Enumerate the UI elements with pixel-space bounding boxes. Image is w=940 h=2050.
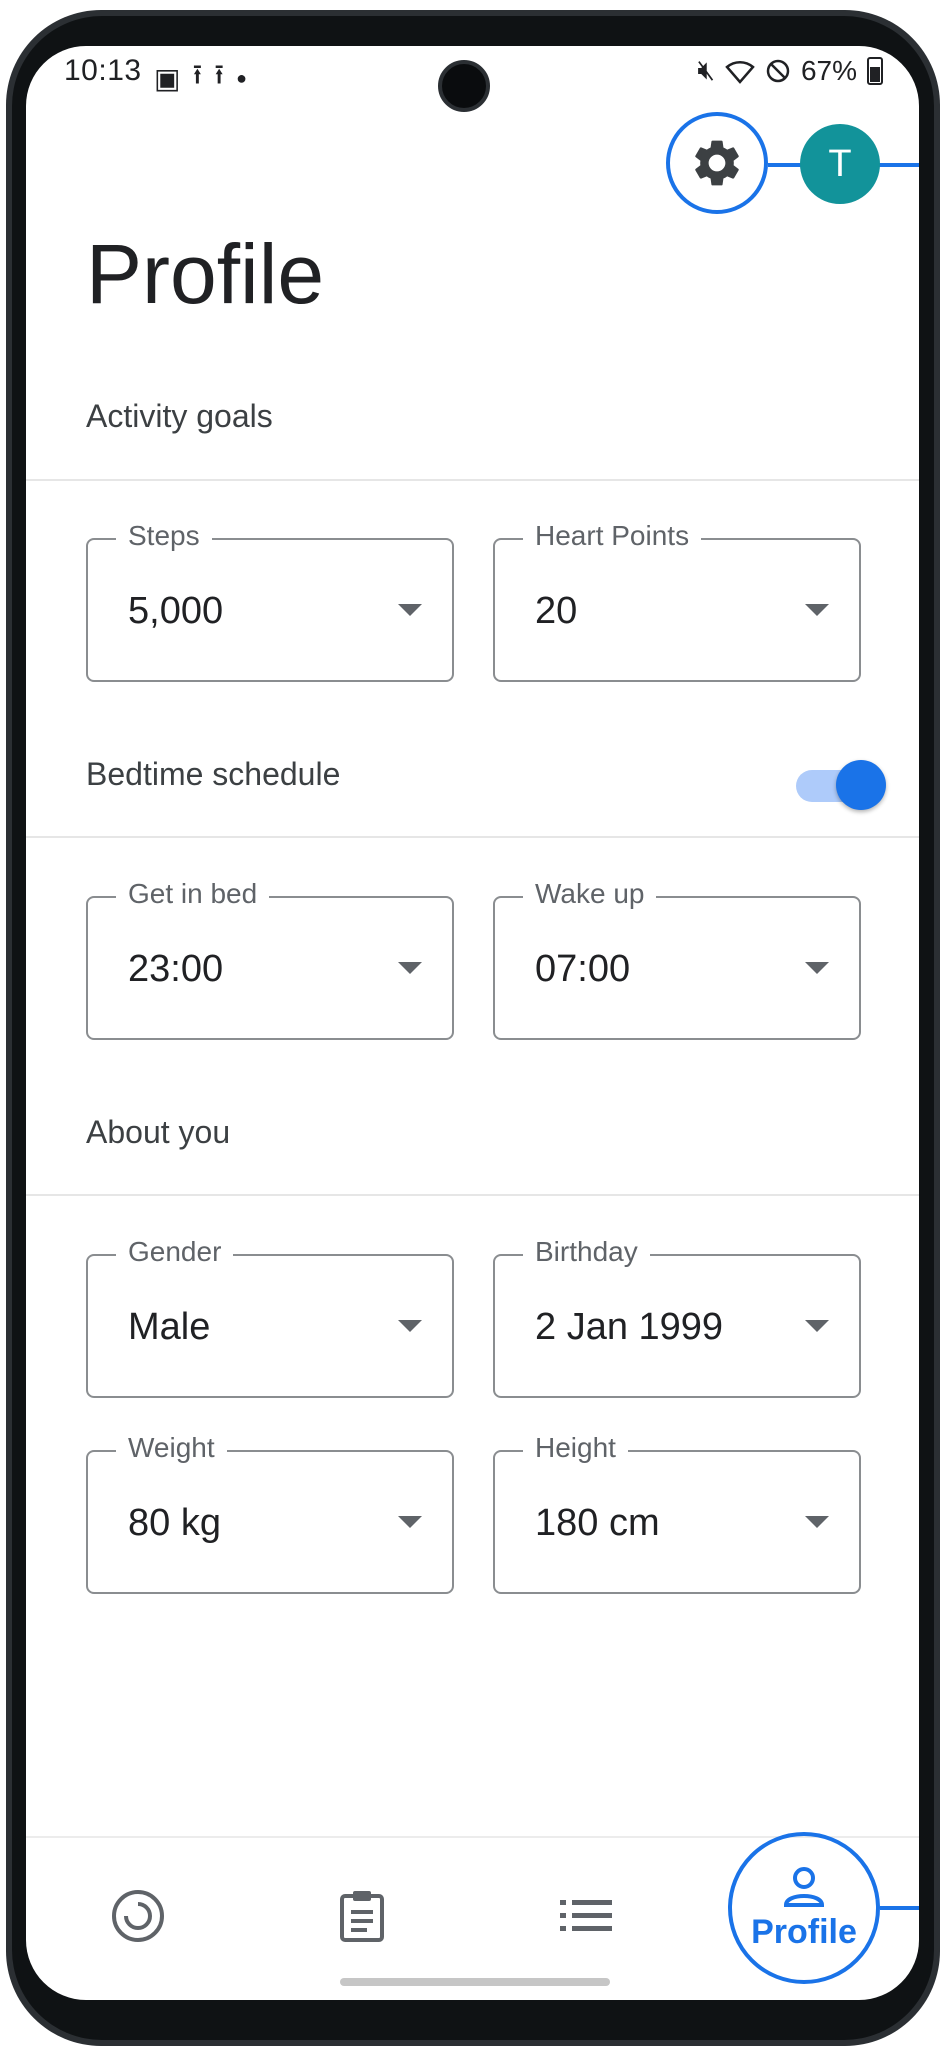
callout-line (880, 1906, 919, 1910)
dropdown-arrow-icon (398, 604, 422, 616)
weight-dropdown[interactable]: Weight 80 kg (86, 1432, 454, 1594)
gender-value: Male (128, 1306, 211, 1348)
status-bar: 10:13 ▣ ⭱ ⭱ ● 🔇︎ 67% (26, 46, 919, 112)
avatar-initial: T (828, 142, 852, 185)
list-icon (560, 1900, 612, 1931)
image-icon: ▣ (154, 62, 181, 94)
wake-up-label: Wake up (523, 878, 657, 910)
heart-points-label: Heart Points (523, 520, 702, 552)
height-label: Height (523, 1432, 628, 1464)
home-ring-icon (112, 1890, 164, 1942)
battery-percent: 67% (800, 54, 857, 86)
nav-profile-label: Profile (751, 1912, 857, 1951)
nav-profile[interactable]: Profile (728, 1832, 880, 1984)
divider (26, 479, 919, 481)
wake-up-dropdown[interactable]: Wake up 07:00 (493, 878, 861, 1040)
gender-label: Gender (116, 1236, 234, 1268)
divider (26, 836, 919, 838)
section-title-bedtime-schedule: Bedtime schedule (86, 756, 341, 792)
toggle-thumb (836, 760, 886, 810)
height-value: 180 cm (535, 1502, 660, 1544)
gender-dropdown[interactable]: Gender Male (86, 1236, 454, 1398)
weight-label: Weight (116, 1432, 227, 1464)
steps-value: 5,000 (128, 590, 224, 632)
heart-points-value: 20 (535, 590, 578, 632)
front-camera (438, 60, 490, 112)
get-in-bed-value: 23:00 (128, 948, 224, 990)
gear-icon (695, 140, 739, 186)
screen: 10:13 ▣ ⭱ ⭱ ● 🔇︎ 67% T Profile Activity … (26, 46, 919, 2000)
birthday-label: Birthday (523, 1236, 650, 1268)
birthday-dropdown[interactable]: Birthday 2 Jan 1999 (493, 1236, 861, 1398)
get-in-bed-dropdown[interactable]: Get in bed 23:00 (86, 878, 454, 1040)
dropdown-arrow-icon (398, 962, 422, 974)
nav-journal[interactable] (302, 1856, 422, 1976)
status-notifications: ▣ ⭱ ⭱ ● (154, 54, 247, 102)
section-title-about-you: About you (86, 1114, 231, 1150)
steps-dropdown[interactable]: Steps 5,000 (86, 520, 454, 682)
divider (26, 1194, 919, 1196)
birthday-value: 2 Jan 1999 (535, 1306, 724, 1348)
avatar[interactable]: T (800, 124, 880, 204)
weight-value: 80 kg (128, 1502, 221, 1544)
dropdown-arrow-icon (805, 1320, 829, 1332)
nav-home[interactable] (78, 1856, 198, 1976)
dropdown-arrow-icon (805, 962, 829, 974)
upload-icon: ⭱ (192, 59, 203, 90)
dot-icon: ● (236, 67, 247, 88)
home-indicator[interactable] (340, 1978, 610, 1986)
battery-icon (867, 56, 883, 85)
get-in-bed-label: Get in bed (116, 878, 270, 910)
person-icon (783, 1866, 825, 1907)
status-system-icons: 🔇︎ 67% (697, 54, 883, 87)
mute-icon: 🔇︎ (697, 54, 715, 85)
do-not-disturb-icon (766, 59, 790, 82)
dropdown-arrow-icon (805, 1516, 829, 1528)
dropdown-arrow-icon (398, 1320, 422, 1332)
heart-points-dropdown[interactable]: Heart Points 20 (493, 520, 861, 682)
steps-label: Steps (116, 520, 212, 552)
settings-button[interactable] (666, 112, 768, 214)
dropdown-arrow-icon (805, 604, 829, 616)
page-title: Profile (86, 227, 325, 321)
section-title-activity-goals: Activity goals (86, 398, 273, 434)
height-dropdown[interactable]: Height 180 cm (493, 1432, 861, 1594)
wifi-icon (725, 60, 755, 84)
upload-icon: ⭱ (214, 59, 225, 90)
nav-browse[interactable] (526, 1856, 646, 1976)
clipboard-icon (340, 1891, 384, 1942)
status-time: 10:13 (64, 54, 142, 87)
bedtime-schedule-toggle[interactable] (796, 760, 886, 810)
wake-up-value: 07:00 (535, 948, 631, 990)
dropdown-arrow-icon (398, 1516, 422, 1528)
